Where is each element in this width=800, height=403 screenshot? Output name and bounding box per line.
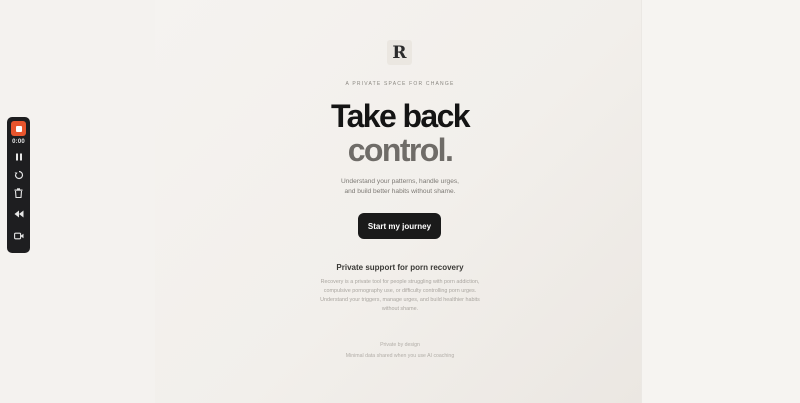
trash-icon	[14, 188, 23, 198]
support-body-line: compulsive pornography use, or difficult…	[323, 288, 477, 294]
right-backdrop	[641, 0, 800, 403]
recording-timer: 0:00	[12, 139, 25, 145]
hero-title-line1: Take back	[331, 98, 471, 134]
stop-recording-button[interactable]	[11, 121, 26, 136]
support-body-line: without shame.	[381, 306, 419, 312]
support-body-line: Understand your triggers, manage urges, …	[320, 297, 480, 303]
start-journey-button[interactable]: Start my journey	[358, 213, 441, 239]
app-logo: R	[387, 40, 412, 65]
eyebrow-text: A PRIVATE SPACE FOR CHANGE	[345, 81, 455, 87]
hero-subtitle-line1: Understand your patterns, handle urges,	[340, 178, 460, 185]
camera-icon	[13, 232, 23, 240]
pause-icon	[15, 153, 22, 161]
support-section-title: Private support for porn recovery	[336, 263, 464, 272]
restart-icon	[14, 170, 23, 180]
recorder-toolbar: 0:00	[7, 117, 30, 253]
camera-button[interactable]	[11, 229, 27, 243]
stop-icon	[15, 125, 22, 132]
rewind-button[interactable]	[11, 207, 27, 221]
delete-button[interactable]	[11, 186, 27, 200]
privacy-footer-title: Private by design	[380, 342, 420, 348]
privacy-footer-note: Minimal data shared when you use AI coac…	[345, 353, 455, 359]
hero-subtitle-line2: and build better habits without shame.	[344, 188, 456, 195]
hero-title-line2: control.	[347, 132, 454, 168]
support-body-line: Recovery is a private tool for people st…	[320, 279, 480, 285]
pause-button[interactable]	[11, 150, 27, 164]
rewind-icon	[14, 210, 23, 218]
restart-button[interactable]	[11, 168, 27, 182]
